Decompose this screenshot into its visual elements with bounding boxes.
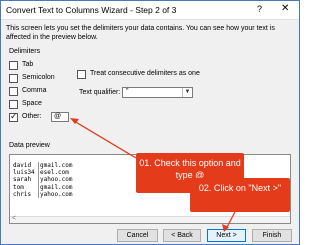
preview-rows: david gmail.com luis34 esel.com sarah yahoo… [13, 162, 73, 199]
preview-cell: sarah [13, 176, 39, 184]
delimiters-heading: Delimiters [9, 48, 41, 55]
preview-cell: esel.com [40, 169, 69, 177]
semicolon-option[interactable]: Semicolon [9, 73, 79, 85]
preview-row: chris yahoo.com [13, 190, 73, 199]
preview-cell: gmail.com [40, 183, 73, 191]
data-preview-heading: Data preview [9, 142, 50, 149]
other-label: Other: [22, 113, 42, 120]
comma-checkbox[interactable] [9, 87, 18, 96]
help-button[interactable]: ? [257, 4, 262, 14]
other-delimiter-input[interactable]: @ [51, 112, 69, 122]
preview-cell: gmail.com [40, 162, 73, 169]
space-checkbox[interactable] [9, 100, 18, 109]
space-label: Space [22, 100, 42, 107]
title-bar: Convert Text to Columns Wizard - Step 2 … [1, 1, 299, 20]
semicolon-checkbox[interactable] [9, 74, 18, 83]
dialog-title: Convert Text to Columns Wizard - Step 2 … [6, 5, 177, 15]
tab-label: Tab [22, 61, 34, 68]
scroll-left-icon[interactable]: < [12, 215, 16, 222]
preview-cell: chris [13, 190, 39, 199]
preview-row: tom gmail.com [13, 183, 73, 191]
dialog-description: This screen lets you set the delimiters … [6, 25, 275, 41]
cancel-button[interactable]: Cancel [117, 229, 158, 242]
comma-label: Comma [22, 87, 47, 94]
space-option[interactable]: Space [9, 99, 79, 111]
preview-row: luis34 esel.com [13, 169, 73, 177]
preview-row: david gmail.com [13, 162, 73, 170]
text-qualifier-label: Text qualifier: [79, 89, 121, 96]
back-button[interactable]: < Back [163, 229, 201, 242]
preview-cell: yahoo.com [40, 176, 73, 184]
chevron-down-icon[interactable]: ▼ [182, 88, 192, 97]
tab-checkbox[interactable] [9, 61, 18, 70]
horizontal-scrollbar[interactable]: < [10, 215, 290, 223]
preview-cell: luis34 [13, 169, 39, 177]
semicolon-label: Semicolon [22, 74, 55, 81]
next-button[interactable]: Next > [207, 229, 246, 242]
tab-option[interactable]: Tab [9, 60, 79, 72]
text-qualifier-select[interactable]: " ▼ [122, 87, 193, 98]
other-checkbox[interactable] [9, 111, 18, 122]
preview-row: sarah yahoo.com [13, 176, 73, 184]
consecutive-label: Treat consecutive delimiters as one [90, 70, 200, 77]
preview-cell: david [13, 162, 39, 170]
consecutive-checkbox[interactable] [77, 70, 86, 79]
comma-option[interactable]: Comma [9, 86, 79, 98]
callout-step-2: 02. Click on "Next >" [190, 178, 290, 212]
preview-cell: tom [13, 183, 39, 191]
finish-button[interactable]: Finish [252, 229, 292, 242]
consecutive-delimiters-option[interactable]: Treat consecutive delimiters as one [77, 69, 207, 81]
preview-cell: yahoo.com [40, 190, 73, 198]
close-button[interactable]: ✕ [281, 3, 289, 14]
text-qualifier-value: " [126, 88, 129, 95]
